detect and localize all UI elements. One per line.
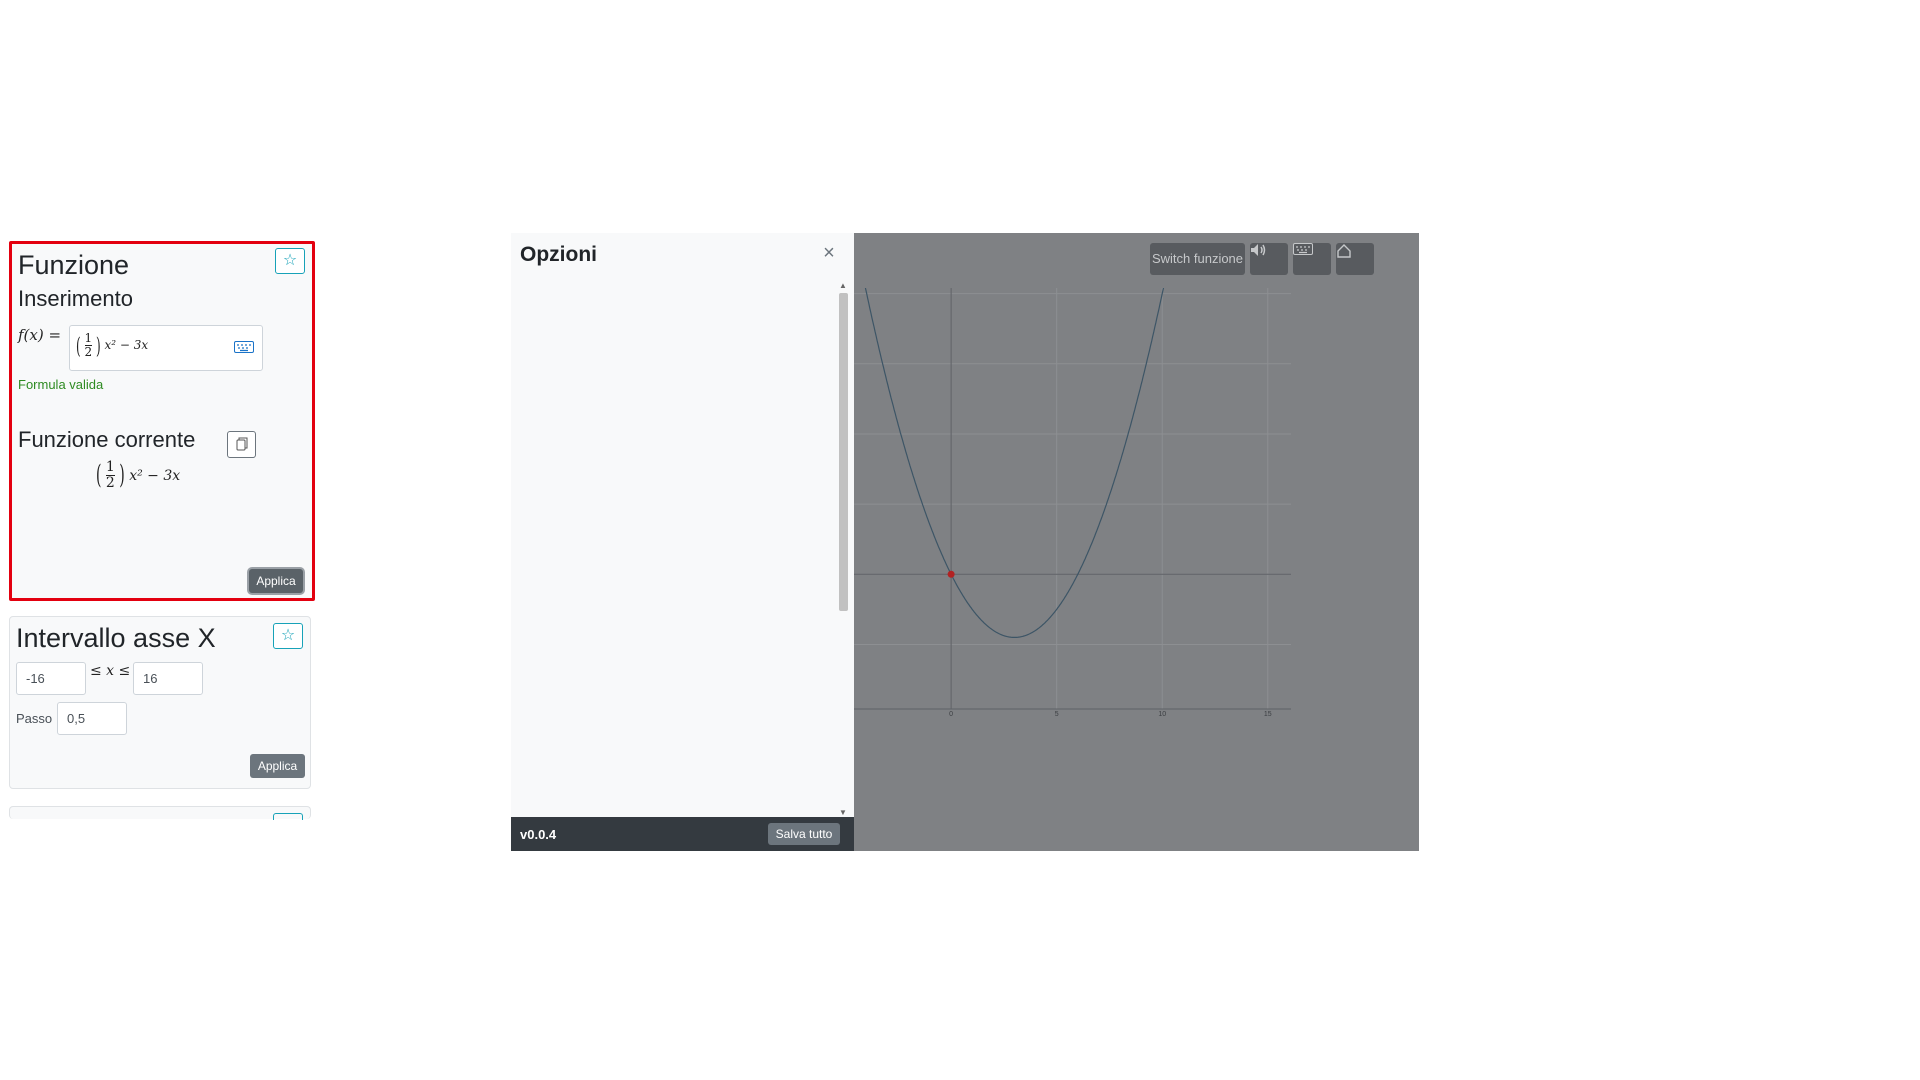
x-max-value: 16 xyxy=(143,671,158,686)
step-label: Passo xyxy=(16,711,53,726)
panel-scrollbar[interactable]: ▲ ▼ xyxy=(837,281,850,817)
version-label: v0.0.4 xyxy=(520,827,557,842)
current-function-title: Funzione corrente xyxy=(18,427,196,452)
copy-icon xyxy=(236,437,247,451)
current-fraction-denominator: 2 xyxy=(105,475,115,492)
switch-function-button[interactable]: Switch funzione xyxy=(1150,243,1245,275)
current-fraction-numerator: 1 xyxy=(105,459,115,477)
graph-area[interactable]: 0 5 10 15 Switch funzione xyxy=(854,233,1419,851)
favorite-button[interactable]: ☆ xyxy=(273,623,303,649)
input-section-title: Inserimento xyxy=(18,286,133,311)
next-card xyxy=(9,806,311,820)
function-curve xyxy=(864,288,1165,638)
range-inequality: ≤ x ≤ xyxy=(90,663,131,679)
keyboard-icon xyxy=(1293,243,1313,255)
copy-button[interactable] xyxy=(227,431,256,458)
formula-input-math: ( 1 2 ) x² − 3x xyxy=(76,331,149,360)
highlight-point xyxy=(947,570,955,578)
formula-fraction-denominator: 2 xyxy=(84,345,93,360)
formula-tail: x² − 3x xyxy=(104,338,149,353)
app-window: Opzioni × ▲ ▼ v0.0.4 Salva tutto 0 5 10 15 … xyxy=(511,233,1419,851)
star-icon: ☆ xyxy=(280,627,296,644)
formula-paren-right: ) xyxy=(95,332,101,359)
close-button[interactable]: × xyxy=(820,243,838,263)
step-input[interactable]: 0,5 xyxy=(57,702,127,735)
formula-paren-left: ( xyxy=(76,332,81,359)
x-tick-label: 0 xyxy=(949,711,953,718)
scroll-thumb[interactable] xyxy=(839,293,848,611)
save-all-button[interactable]: Salva tutto xyxy=(768,823,840,845)
x-min-value: -16 xyxy=(26,671,45,686)
keyboard-icon[interactable] xyxy=(234,341,254,353)
fx-label: f(x) = xyxy=(18,326,62,344)
x-tick-label: 5 xyxy=(1055,711,1059,718)
formula-fraction: 1 2 xyxy=(84,331,93,360)
current-formula-tail: x² − 3x xyxy=(129,467,181,484)
favorite-button[interactable] xyxy=(273,813,303,820)
x-tick-label: 10 xyxy=(1158,711,1166,718)
panel-title: Opzioni xyxy=(520,243,597,266)
x-range-card: Intervallo asse X ☆ -16 ≤ x ≤ 16 Passo 0… xyxy=(9,616,311,789)
function-card: Funzione ☆ Inserimento f(x) = ( 1 2 ) x²… xyxy=(9,241,315,601)
keyboard-button[interactable] xyxy=(1293,243,1331,275)
function-card-title: Funzione xyxy=(18,250,130,280)
current-fraction: 1 2 xyxy=(105,459,115,492)
current-paren-left: ( xyxy=(96,460,102,492)
apply-range-button[interactable]: Applica xyxy=(250,754,305,778)
x-max-input[interactable]: 16 xyxy=(133,662,203,695)
favorite-button[interactable]: ☆ xyxy=(275,248,305,274)
options-panel: Opzioni × ▲ ▼ v0.0.4 Salva tutto xyxy=(511,233,854,851)
formula-fraction-numerator: 1 xyxy=(84,331,93,347)
scroll-up-icon[interactable]: ▲ xyxy=(839,281,847,290)
scroll-down-icon[interactable]: ▼ xyxy=(839,808,847,817)
x-tick-label: 15 xyxy=(1264,711,1272,718)
function-plot[interactable]: 0 5 10 15 xyxy=(854,233,1419,851)
panel-footer: v0.0.4 Salva tutto xyxy=(511,817,854,851)
current-function-formula: ( 1 2 ) x² − 3x xyxy=(96,459,181,492)
x-range-title: Intervallo asse X xyxy=(16,623,216,653)
formula-input[interactable]: ( 1 2 ) x² − 3x xyxy=(69,325,263,371)
x-min-input[interactable]: -16 xyxy=(16,662,86,695)
home-icon xyxy=(1337,244,1351,258)
panel-body[interactable] xyxy=(511,277,854,807)
panel-header: Opzioni × xyxy=(511,233,854,277)
volume-icon xyxy=(1251,244,1266,256)
formula-validity-status: Formula valida xyxy=(18,377,104,392)
star-icon: ☆ xyxy=(282,252,298,269)
step-value: 0,5 xyxy=(67,711,86,726)
home-button[interactable] xyxy=(1336,243,1374,275)
apply-function-button[interactable]: Applica xyxy=(249,569,303,593)
volume-button[interactable] xyxy=(1250,243,1288,275)
current-paren-right: ) xyxy=(119,460,125,492)
